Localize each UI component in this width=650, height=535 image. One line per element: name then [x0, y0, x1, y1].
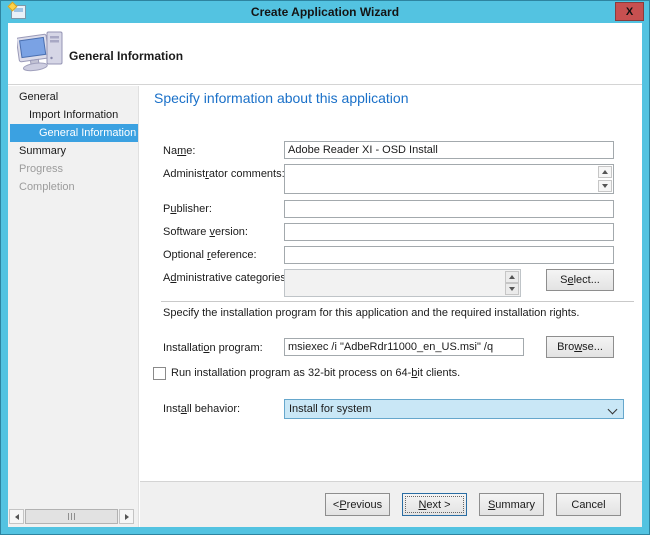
run-32bit-checkbox-label: Run installation program as 32-bit proce…	[171, 367, 460, 379]
sidebar-item-summary[interactable]: Summary	[8, 142, 138, 160]
close-button[interactable]: X	[615, 2, 644, 21]
install-behavior-label: Install behavior:	[163, 403, 240, 415]
footer-button-bar: < Previous Next > Summary Cancel	[140, 481, 642, 527]
page-title: Specify information about this applicati…	[154, 90, 408, 106]
scroll-right-button[interactable]	[119, 509, 134, 524]
wizard-steps-nav: General Import Information General Infor…	[8, 86, 138, 196]
installation-program-label: Installation program:	[163, 342, 263, 354]
dialog-surface: General Information General Import Infor…	[8, 23, 642, 527]
select-button[interactable]: Select...	[546, 269, 614, 291]
previous-button[interactable]: < Previous	[325, 493, 390, 516]
computer-icon	[17, 30, 65, 78]
categories-scrollbar	[505, 271, 519, 295]
grip-icon	[68, 513, 69, 520]
scroll-down-button[interactable]	[598, 180, 612, 192]
sidebar-item-progress: Progress	[8, 160, 138, 178]
installation-instruction-text: Specify the installation program for thi…	[163, 307, 579, 319]
titlebar: Create Application Wizard X	[1, 1, 649, 23]
name-label: Name:	[163, 145, 195, 157]
software-version-input[interactable]	[284, 223, 614, 241]
section-divider	[161, 301, 634, 302]
sidebar-item-general-information[interactable]: General Information	[10, 124, 138, 142]
wizard-window: Create Application Wizard X General Info…	[0, 0, 650, 535]
comments-scrollbar	[598, 166, 612, 192]
form-panel: Specify information about this applicati…	[140, 86, 642, 481]
name-input[interactable]	[284, 141, 614, 159]
grip-icon	[71, 513, 72, 520]
summary-button[interactable]: Summary	[479, 493, 544, 516]
software-version-label: Software version:	[163, 226, 248, 238]
categories-label: Administrative categories:	[163, 272, 289, 284]
chevron-down-icon	[509, 287, 515, 291]
install-behavior-value: Install for system	[289, 403, 372, 415]
scroll-up-button[interactable]	[598, 166, 612, 178]
run-32bit-checkbox[interactable]	[153, 367, 166, 380]
browse-button[interactable]: Browse...	[546, 336, 614, 358]
comments-label: Administrator comments:	[163, 168, 285, 180]
sidebar-item-import-information[interactable]: Import Information	[8, 106, 138, 124]
sidebar-item-completion: Completion	[8, 178, 138, 196]
scroll-up-button[interactable]	[505, 271, 519, 283]
sidebar-horizontal-scrollbar[interactable]	[9, 509, 134, 524]
cancel-button[interactable]: Cancel	[556, 493, 621, 516]
chevron-left-icon	[15, 514, 19, 520]
chevron-up-icon	[602, 170, 608, 174]
categories-textarea	[284, 269, 521, 297]
scrollbar-thumb[interactable]	[25, 509, 118, 524]
install-behavior-select[interactable]: Install for system	[284, 399, 624, 419]
chevron-down-icon	[608, 405, 618, 415]
chevron-up-icon	[509, 275, 515, 279]
scroll-left-button[interactable]	[9, 509, 24, 524]
installation-program-input[interactable]	[284, 338, 524, 356]
sidebar: General Import Information General Infor…	[8, 86, 139, 527]
wizard-header: General Information	[8, 23, 642, 85]
chevron-down-icon	[602, 184, 608, 188]
publisher-input[interactable]	[284, 200, 614, 218]
next-button[interactable]: Next >	[402, 493, 467, 516]
sidebar-item-general[interactable]: General	[8, 88, 138, 106]
close-icon: X	[626, 6, 633, 18]
window-title: Create Application Wizard	[1, 5, 649, 19]
publisher-label: Publisher:	[163, 203, 212, 215]
grip-icon	[74, 513, 75, 520]
optional-reference-label: Optional reference:	[163, 249, 257, 261]
optional-reference-input[interactable]	[284, 246, 614, 264]
page-header-title: General Information	[69, 49, 183, 63]
comments-textarea[interactable]	[284, 164, 614, 194]
chevron-right-icon	[125, 514, 129, 520]
scroll-down-button[interactable]	[505, 283, 519, 295]
